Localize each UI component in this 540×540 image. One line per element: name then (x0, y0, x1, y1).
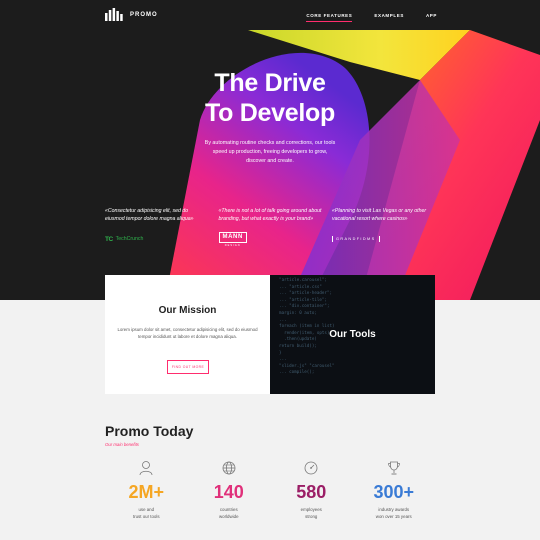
hero-title-line2: To Develop (205, 99, 335, 127)
nav-link-examples[interactable]: EXAMPLES (374, 13, 404, 22)
tools-card[interactable]: "article.carousel"; ... "article.css" ..… (270, 275, 435, 394)
techcrunch-mark: TC (105, 235, 113, 243)
logo-bars-icon (105, 8, 123, 21)
gauge-icon (304, 461, 318, 475)
testimonial-quote: «Planning to visit Las Vegas or any othe… (332, 208, 427, 222)
hero-title: The Drive To Develop (0, 68, 540, 128)
nav-link-app[interactable]: APP (426, 13, 437, 22)
stat-value: 580 (296, 482, 327, 502)
trophy-icon (387, 461, 400, 475)
stat-label-line1: employees (300, 507, 322, 512)
stat-employees: 580 employees strong (270, 460, 353, 520)
testimonial-grandfidms: «Planning to visit Las Vegas or any othe… (332, 208, 435, 246)
mann-logo-text: MANN (218, 231, 247, 243)
stat-value: 140 (213, 482, 244, 502)
stat-label: use and trust our tools (105, 506, 188, 520)
stat-label: countries worldwide (188, 506, 271, 520)
stat-users: 2M+ use and trust our tools (105, 460, 188, 520)
hero-subtitle: By automating routine checks and correct… (204, 140, 336, 164)
stat-label-line2: strong (305, 514, 318, 519)
testimonials: «Consectetur adipisicing elit, sed do ei… (105, 208, 435, 247)
stats-row: 2M+ use and trust our tools 140 countrie… (105, 460, 435, 520)
stat-label: industry awards won over 15 years (353, 506, 436, 520)
globe-icon (222, 461, 236, 475)
mann-design-logo[interactable]: MANN DESIGN (218, 231, 247, 247)
grandfidms-logo[interactable]: GRANDFIDMS (332, 236, 380, 243)
mann-logo-sub: DESIGN (224, 243, 241, 247)
stat-label-line1: industry awards (378, 507, 410, 512)
stat-label-line2: won over 15 years (375, 514, 412, 519)
promo-subtitle: Our main benefits (105, 442, 139, 447)
mission-text: Lorem ipsum dolor sit amet, consectetur … (117, 327, 258, 339)
stat-label: employees strong (270, 506, 353, 520)
mission-card: Our Mission Lorem ipsum dolor sit amet, … (105, 275, 270, 394)
techcrunch-logo[interactable]: TC TechCrunch (105, 236, 143, 243)
nav-links: CORE FEATURES EXAMPLES APP (306, 13, 437, 22)
mission-title: Our Mission (158, 305, 217, 316)
promo-title: Promo Today (105, 423, 194, 439)
brand-name: PROMO (130, 11, 158, 18)
stat-countries: 140 countries worldwide (188, 460, 271, 520)
stat-label-line2: trust our tools (132, 514, 160, 519)
stat-value: 2M+ (128, 482, 165, 502)
testimonial-techcrunch: «Consectetur adipisicing elit, sed do ei… (105, 208, 208, 246)
stat-label-line1: countries (219, 507, 238, 512)
hero-section: PROMO CORE FEATURES EXAMPLES APP The Dri… (0, 0, 540, 300)
testimonial-quote: «Consectetur adipisicing elit, sed do ei… (105, 208, 194, 222)
hero-title-line1: The Drive (214, 69, 326, 97)
stat-value: 300+ (373, 482, 415, 502)
testimonial-quote: «There is not a lot of talk going around… (218, 208, 322, 222)
brand-logo[interactable]: PROMO (105, 8, 158, 21)
top-nav: PROMO CORE FEATURES EXAMPLES APP (0, 0, 540, 30)
nav-link-core-features[interactable]: CORE FEATURES (306, 13, 353, 22)
find-out-more-button[interactable]: FIND OUT MORE (167, 360, 209, 374)
user-icon (139, 461, 153, 476)
techcrunch-name: TechCrunch (115, 236, 144, 243)
tools-title: Our Tools (329, 329, 376, 340)
stat-label-line2: worldwide (218, 514, 239, 519)
stat-label-line1: use and (138, 507, 155, 512)
testimonial-mann: «There is not a lot of talk going around… (218, 208, 322, 247)
stat-awards: 300+ industry awards won over 15 years (353, 460, 436, 520)
